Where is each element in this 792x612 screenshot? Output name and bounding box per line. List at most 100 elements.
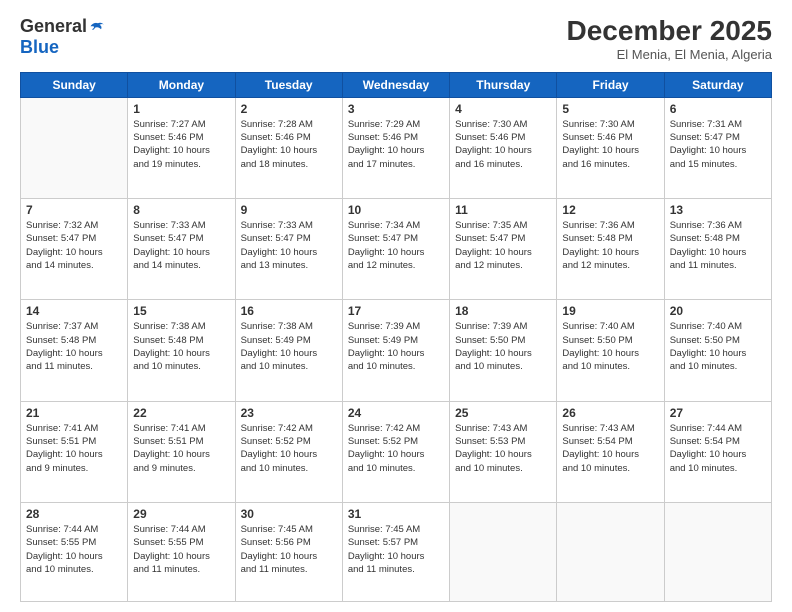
day-info: Sunrise: 7:33 AMSunset: 5:47 PMDaylight:… <box>133 219 229 272</box>
day-info: Sunrise: 7:34 AMSunset: 5:47 PMDaylight:… <box>348 219 444 272</box>
day-number: 17 <box>348 304 444 318</box>
day-info: Sunrise: 7:39 AMSunset: 5:49 PMDaylight:… <box>348 320 444 373</box>
day-info: Sunrise: 7:45 AMSunset: 5:56 PMDaylight:… <box>241 523 337 576</box>
day-info: Sunrise: 7:44 AMSunset: 5:55 PMDaylight:… <box>26 523 122 576</box>
table-row <box>557 502 664 601</box>
table-row: 5 Sunrise: 7:30 AMSunset: 5:46 PMDaylight… <box>557 97 664 198</box>
table-row: 22 Sunrise: 7:41 AMSunset: 5:51 PMDayligh… <box>128 401 235 502</box>
location-subtitle: El Menia, El Menia, Algeria <box>567 47 772 62</box>
day-number: 14 <box>26 304 122 318</box>
calendar-header-row: Sunday Monday Tuesday Wednesday Thursday… <box>21 72 772 97</box>
table-row: 3 Sunrise: 7:29 AMSunset: 5:46 PMDaylight… <box>342 97 449 198</box>
day-number: 16 <box>241 304 337 318</box>
table-row: 21 Sunrise: 7:41 AMSunset: 5:51 PMDayligh… <box>21 401 128 502</box>
table-row: 27Sunrise: 7:44 AMSunset: 5:54 PMDayligh… <box>664 401 771 502</box>
logo-bird-icon <box>89 20 107 34</box>
table-row: 12 Sunrise: 7:36 AMSunset: 5:48 PMDayligh… <box>557 199 664 300</box>
day-info: Sunrise: 7:41 AMSunset: 5:51 PMDaylight:… <box>133 422 229 475</box>
day-number: 24 <box>348 406 444 420</box>
day-info: Sunrise: 7:29 AMSunset: 5:46 PMDaylight:… <box>348 118 444 171</box>
col-saturday: Saturday <box>664 72 771 97</box>
day-number: 3 <box>348 102 444 116</box>
table-row: 24 Sunrise: 7:42 AMSunset: 5:52 PMDayligh… <box>342 401 449 502</box>
day-info: Sunrise: 7:42 AMSunset: 5:52 PMDaylight:… <box>348 422 444 475</box>
day-number: 8 <box>133 203 229 217</box>
table-row <box>450 502 557 601</box>
day-info: Sunrise: 7:39 AMSunset: 5:50 PMDaylight:… <box>455 320 551 373</box>
day-number: 22 <box>133 406 229 420</box>
table-row: 4 Sunrise: 7:30 AMSunset: 5:46 PMDaylight… <box>450 97 557 198</box>
table-row: 10 Sunrise: 7:34 AMSunset: 5:47 PMDayligh… <box>342 199 449 300</box>
day-number: 25 <box>455 406 551 420</box>
day-number: 10 <box>348 203 444 217</box>
logo: General Blue <box>20 16 107 58</box>
day-number: 20 <box>670 304 766 318</box>
table-row: 9 Sunrise: 7:33 AMSunset: 5:47 PMDaylight… <box>235 199 342 300</box>
day-info: Sunrise: 7:31 AMSunset: 5:47 PMDaylight:… <box>670 118 766 171</box>
table-row: 30 Sunrise: 7:45 AMSunset: 5:56 PMDayligh… <box>235 502 342 601</box>
col-sunday: Sunday <box>21 72 128 97</box>
table-row: 25 Sunrise: 7:43 AMSunset: 5:53 PMDayligh… <box>450 401 557 502</box>
day-info: Sunrise: 7:43 AMSunset: 5:53 PMDaylight:… <box>455 422 551 475</box>
table-row: 31 Sunrise: 7:45 AMSunset: 5:57 PMDayligh… <box>342 502 449 601</box>
table-row: 18Sunrise: 7:39 AMSunset: 5:50 PMDayligh… <box>450 300 557 401</box>
day-info: Sunrise: 7:40 AMSunset: 5:50 PMDaylight:… <box>562 320 658 373</box>
col-monday: Monday <box>128 72 235 97</box>
day-number: 7 <box>26 203 122 217</box>
day-number: 26 <box>562 406 658 420</box>
table-row: 16 Sunrise: 7:38 AMSunset: 5:49 PMDayligh… <box>235 300 342 401</box>
day-info: Sunrise: 7:33 AMSunset: 5:47 PMDaylight:… <box>241 219 337 272</box>
table-row: 28 Sunrise: 7:44 AMSunset: 5:55 PMDayligh… <box>21 502 128 601</box>
col-wednesday: Wednesday <box>342 72 449 97</box>
table-row: 11Sunrise: 7:35 AMSunset: 5:47 PMDayligh… <box>450 199 557 300</box>
day-info: Sunrise: 7:45 AMSunset: 5:57 PMDaylight:… <box>348 523 444 576</box>
table-row: 8 Sunrise: 7:33 AMSunset: 5:47 PMDaylight… <box>128 199 235 300</box>
day-number: 19 <box>562 304 658 318</box>
day-info: Sunrise: 7:41 AMSunset: 5:51 PMDaylight:… <box>26 422 122 475</box>
day-info: Sunrise: 7:36 AMSunset: 5:48 PMDaylight:… <box>670 219 766 272</box>
month-title: December 2025 <box>567 16 772 47</box>
day-number: 4 <box>455 102 551 116</box>
day-number: 2 <box>241 102 337 116</box>
day-info: Sunrise: 7:36 AMSunset: 5:48 PMDaylight:… <box>562 219 658 272</box>
day-info: Sunrise: 7:30 AMSunset: 5:46 PMDaylight:… <box>562 118 658 171</box>
logo-blue: Blue <box>20 37 59 57</box>
day-number: 12 <box>562 203 658 217</box>
day-info: Sunrise: 7:37 AMSunset: 5:48 PMDaylight:… <box>26 320 122 373</box>
day-info: Sunrise: 7:42 AMSunset: 5:52 PMDaylight:… <box>241 422 337 475</box>
header: General Blue December 2025 El Menia, El … <box>20 16 772 62</box>
day-info: Sunrise: 7:28 AMSunset: 5:46 PMDaylight:… <box>241 118 337 171</box>
day-number: 11 <box>455 203 551 217</box>
day-info: Sunrise: 7:38 AMSunset: 5:48 PMDaylight:… <box>133 320 229 373</box>
table-row: 7 Sunrise: 7:32 AMSunset: 5:47 PMDaylight… <box>21 199 128 300</box>
day-number: 27 <box>670 406 766 420</box>
table-row: 23Sunrise: 7:42 AMSunset: 5:52 PMDayligh… <box>235 401 342 502</box>
calendar-table: Sunday Monday Tuesday Wednesday Thursday… <box>20 72 772 602</box>
day-info: Sunrise: 7:43 AMSunset: 5:54 PMDaylight:… <box>562 422 658 475</box>
day-info: Sunrise: 7:38 AMSunset: 5:49 PMDaylight:… <box>241 320 337 373</box>
table-row: 14 Sunrise: 7:37 AMSunset: 5:48 PMDayligh… <box>21 300 128 401</box>
table-row: 19 Sunrise: 7:40 AMSunset: 5:50 PMDayligh… <box>557 300 664 401</box>
day-number: 15 <box>133 304 229 318</box>
day-number: 31 <box>348 507 444 521</box>
col-thursday: Thursday <box>450 72 557 97</box>
day-number: 29 <box>133 507 229 521</box>
col-tuesday: Tuesday <box>235 72 342 97</box>
day-info: Sunrise: 7:32 AMSunset: 5:47 PMDaylight:… <box>26 219 122 272</box>
day-number: 9 <box>241 203 337 217</box>
day-number: 21 <box>26 406 122 420</box>
page: General Blue December 2025 El Menia, El … <box>0 0 792 612</box>
day-number: 1 <box>133 102 229 116</box>
table-row: 2 Sunrise: 7:28 AMSunset: 5:46 PMDaylight… <box>235 97 342 198</box>
day-info: Sunrise: 7:27 AMSunset: 5:46 PMDaylight:… <box>133 118 229 171</box>
day-info: Sunrise: 7:44 AMSunset: 5:55 PMDaylight:… <box>133 523 229 576</box>
col-friday: Friday <box>557 72 664 97</box>
table-row: 17 Sunrise: 7:39 AMSunset: 5:49 PMDayligh… <box>342 300 449 401</box>
table-row: 6Sunrise: 7:31 AMSunset: 5:47 PMDaylight… <box>664 97 771 198</box>
day-number: 28 <box>26 507 122 521</box>
day-number: 30 <box>241 507 337 521</box>
day-info: Sunrise: 7:30 AMSunset: 5:46 PMDaylight:… <box>455 118 551 171</box>
day-number: 5 <box>562 102 658 116</box>
table-row <box>21 97 128 198</box>
table-row: 1 Sunrise: 7:27 AMSunset: 5:46 PMDaylight… <box>128 97 235 198</box>
